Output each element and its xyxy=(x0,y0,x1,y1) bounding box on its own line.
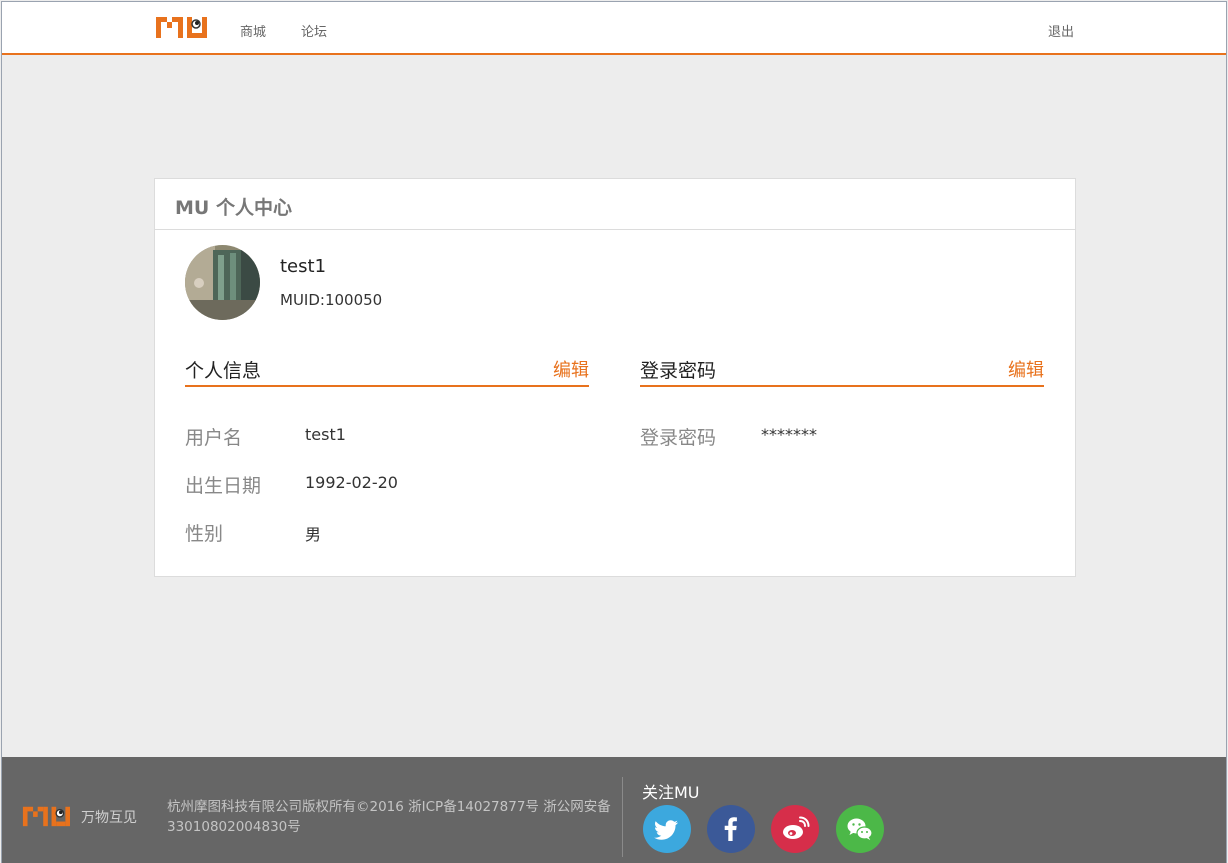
footer-divider xyxy=(622,777,623,857)
profile-username: test1 xyxy=(280,256,327,277)
edit-password-button[interactable]: 编辑 xyxy=(1008,356,1044,382)
avatar[interactable] xyxy=(185,245,260,320)
password-section: 登录密码 编辑 xyxy=(640,355,1044,387)
password-value: ******* xyxy=(761,425,817,444)
gender-value: 男 xyxy=(305,525,322,544)
avatar-photo xyxy=(185,245,260,320)
follow-mu-title: 关注MU xyxy=(642,783,700,802)
edit-personal-info-button[interactable]: 编辑 xyxy=(553,356,589,382)
profile-card: MU 个人中心 test1 MUID:100050 个人信息 编辑 用户名 te… xyxy=(154,178,1076,577)
page-footer: 万物互见 杭州摩图科技有限公司版权所有©2016 浙ICP备14027877号 … xyxy=(2,757,1226,863)
mu-logo[interactable] xyxy=(154,14,208,40)
facebook-icon[interactable] xyxy=(707,805,755,853)
twitter-icon[interactable] xyxy=(643,805,691,853)
profile-muid: MUID:100050 xyxy=(280,291,382,309)
card-header: MU 个人中心 xyxy=(155,179,1075,230)
logout-link[interactable]: 退出 xyxy=(1048,21,1074,40)
weibo-icon[interactable] xyxy=(771,805,819,853)
username-value: test1 xyxy=(305,425,346,444)
personal-info-section: 个人信息 编辑 xyxy=(185,355,589,387)
footer-copyright: 杭州摩图科技有限公司版权所有©2016 浙ICP备14027877号 浙公网安备… xyxy=(167,799,611,835)
muid-label: MUID: xyxy=(280,291,325,309)
password-section-title: 登录密码 xyxy=(640,360,717,382)
page-title: MU 个人中心 xyxy=(175,197,292,219)
gender-label: 性别 xyxy=(185,523,224,545)
wechat-icon[interactable] xyxy=(836,805,884,853)
birthdate-label: 出生日期 xyxy=(185,475,262,497)
footer-mu-logo xyxy=(22,806,70,827)
personal-info-title: 个人信息 xyxy=(185,360,262,382)
birthdate-value: 1992-02-20 xyxy=(305,473,398,492)
muid-value: 100050 xyxy=(324,291,383,309)
username-label: 用户名 xyxy=(185,427,243,449)
nav-forum-link[interactable]: 论坛 xyxy=(301,21,327,40)
footer-slogan: 万物互见 xyxy=(81,810,137,826)
top-header: 商城 论坛 退出 xyxy=(2,2,1226,55)
nav-shop-link[interactable]: 商城 xyxy=(240,21,266,40)
password-label: 登录密码 xyxy=(640,427,717,449)
